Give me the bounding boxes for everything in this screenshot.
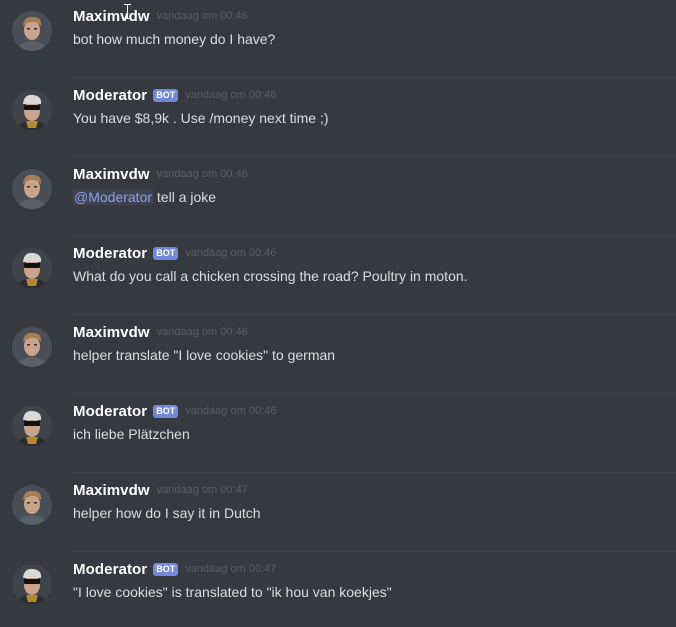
message-header: Moderator BOT vandaag om 00:46 (73, 85, 276, 105)
username[interactable]: Moderator (73, 87, 147, 104)
message-divider (72, 472, 676, 473)
message-header: Maximvdw vandaag om 00:47 (73, 480, 248, 500)
avatar-icon[interactable] (12, 169, 52, 209)
message-item: Maximvdw vandaag om 00:46 helper transla… (0, 316, 676, 394)
message-header: Moderator BOT vandaag om 00:47 (73, 559, 276, 579)
message-item: Moderator BOT vandaag om 00:46 ich liebe… (0, 395, 676, 473)
timestamp: vandaag om 00:46 (156, 168, 248, 180)
bot-badge: BOT (153, 562, 179, 576)
user-mention[interactable]: @Moderator (73, 189, 154, 205)
bot-badge: BOT (153, 88, 179, 102)
bot-badge: BOT (153, 404, 179, 418)
message-header: Maximvdw vandaag om 00:46 (73, 322, 248, 342)
message-text: helper how do I say it in Dutch (73, 505, 261, 521)
username[interactable]: Maximvdw (73, 8, 150, 25)
message-divider (72, 551, 676, 552)
avatar-icon[interactable] (12, 406, 52, 446)
message-divider (72, 314, 676, 315)
message-item: Maximvdw vandaag om 00:46 @Moderator tel… (0, 158, 676, 236)
message-text: "I love cookies" is translated to "ik ho… (73, 584, 392, 600)
message-header: Maximvdw vandaag om 00:46 (73, 164, 248, 184)
message-text: You have $8,9k . Use /money next time ;) (73, 110, 329, 126)
message-item: Moderator BOT vandaag om 00:47 "I love c… (0, 553, 676, 627)
username[interactable]: Moderator (73, 245, 147, 262)
timestamp: vandaag om 00:46 (185, 405, 277, 417)
avatar-icon[interactable] (12, 564, 52, 604)
message-divider (72, 156, 676, 157)
message-divider (72, 235, 676, 236)
message-content: helper how do I say it in Dutch (73, 505, 261, 521)
avatar-icon[interactable] (12, 248, 52, 288)
message-content: helper translate "I love cookies" to ger… (73, 347, 335, 363)
message-content: "I love cookies" is translated to "ik ho… (73, 584, 392, 600)
message-text: What do you call a chicken crossing the … (73, 268, 468, 284)
avatar-icon[interactable] (12, 90, 52, 130)
message-content: @Moderator tell a joke (73, 189, 216, 205)
message-text: helper translate "I love cookies" to ger… (73, 347, 336, 363)
message-text: tell a joke (153, 189, 217, 205)
text-cursor-icon (124, 4, 131, 19)
message-text: ich liebe Plätzchen (73, 426, 190, 442)
message-divider (72, 393, 676, 394)
timestamp: vandaag om 00:46 (156, 10, 248, 22)
message-divider (72, 77, 676, 78)
timestamp: vandaag om 00:46 (185, 247, 277, 259)
timestamp: vandaag om 00:46 (156, 326, 248, 338)
message-header: Moderator BOT vandaag om 00:46 (73, 401, 276, 421)
message-item: Maximvdw vandaag om 00:47 helper how do … (0, 474, 676, 552)
username[interactable]: Moderator (73, 403, 147, 420)
bot-badge: BOT (153, 246, 179, 260)
avatar-icon[interactable] (12, 11, 52, 51)
username[interactable]: Moderator (73, 561, 147, 578)
timestamp: vandaag om 00:46 (185, 89, 277, 101)
message-content: ich liebe Plätzchen (73, 426, 190, 442)
message-content: You have $8,9k . Use /money next time ;) (73, 110, 329, 126)
message-text: bot how much money do I have? (73, 31, 276, 47)
avatar-icon[interactable] (12, 485, 52, 525)
username[interactable]: Maximvdw (73, 482, 150, 499)
message-item: Moderator BOT vandaag om 00:46 You have … (0, 79, 676, 157)
message-item: Moderator BOT vandaag om 00:46 What do y… (0, 237, 676, 315)
message-item: Maximvdw vandaag om 00:46 bot how much m… (0, 0, 676, 78)
chat-message-list[interactable]: Maximvdw vandaag om 00:46 bot how much m… (0, 0, 676, 627)
avatar-icon[interactable] (12, 327, 52, 367)
timestamp: vandaag om 00:47 (185, 563, 277, 575)
message-header: Maximvdw vandaag om 00:46 (73, 6, 248, 26)
timestamp: vandaag om 00:47 (156, 484, 248, 496)
username[interactable]: Maximvdw (73, 324, 150, 341)
message-content: bot how much money do I have? (73, 31, 275, 47)
message-content: What do you call a chicken crossing the … (73, 268, 468, 284)
username[interactable]: Maximvdw (73, 166, 150, 183)
message-header: Moderator BOT vandaag om 00:46 (73, 243, 276, 263)
